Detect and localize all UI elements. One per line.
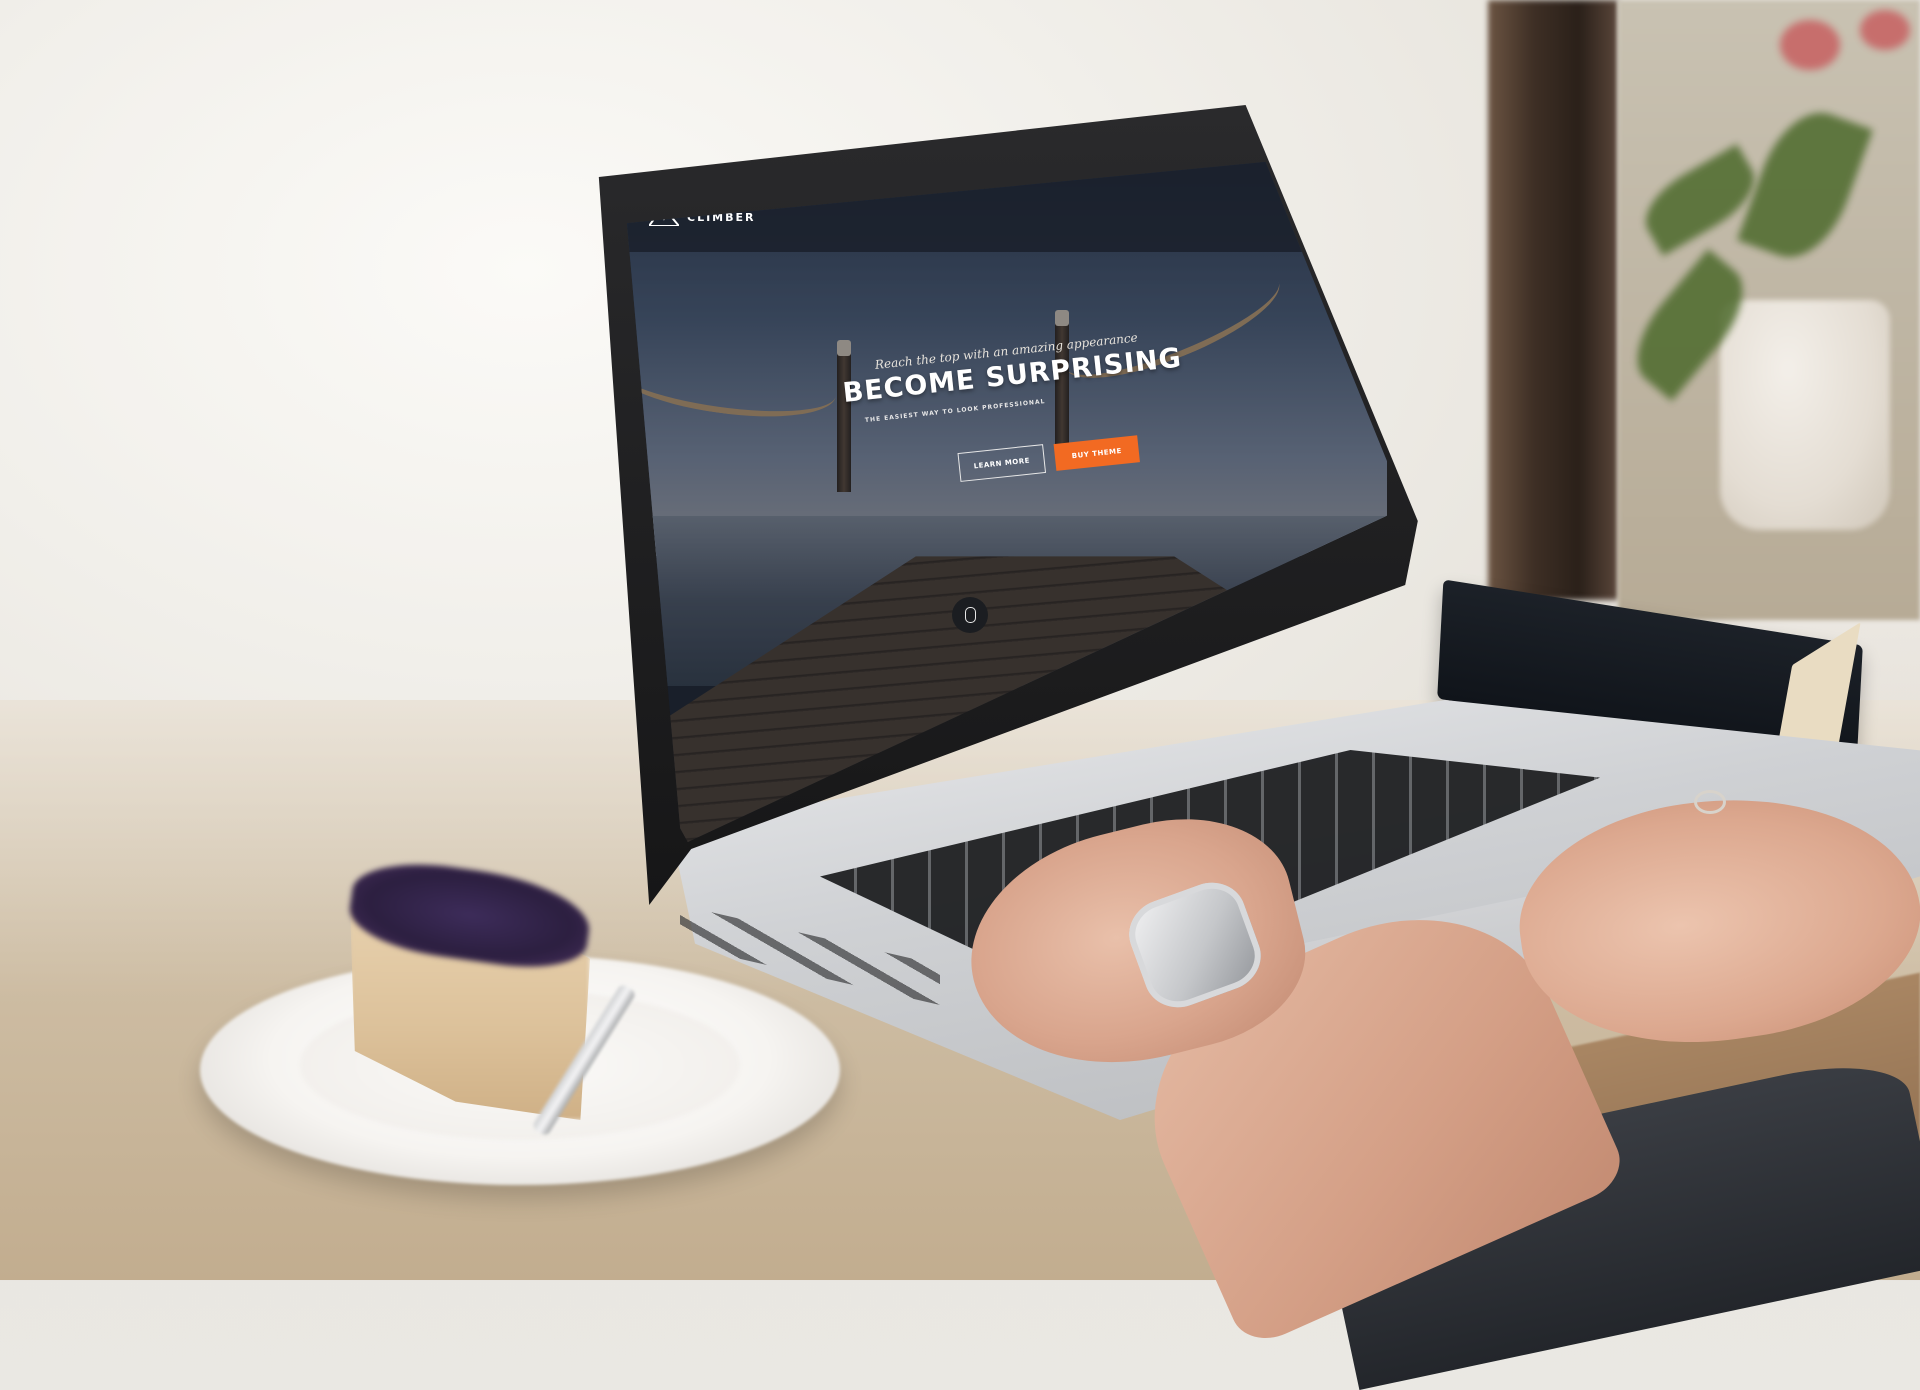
nav-showcases[interactable]: SHOWCASES (1034, 168, 1084, 181)
scroll-down-button[interactable] (952, 597, 988, 633)
site-topbar (627, 162, 1387, 252)
website-screen: CLIMBER HOME WHO WE ARE WHAT WE OFFER SH… (627, 162, 1387, 842)
brand-name: CLIMBER (687, 210, 756, 224)
laptop-screen-layer: CLIMBER HOME WHO WE ARE WHAT WE OFFER SH… (0, 0, 1920, 1280)
nav-blog[interactable]: BLOG (1081, 166, 1103, 176)
hero-overlay (627, 162, 1387, 842)
site-brand[interactable]: CLIMBER (649, 208, 756, 226)
mouse-scroll-icon (964, 607, 976, 623)
nav-reach-out[interactable]: REACH OUT (1108, 162, 1154, 173)
ring (1694, 790, 1726, 814)
mountain-logo-icon (649, 210, 679, 226)
